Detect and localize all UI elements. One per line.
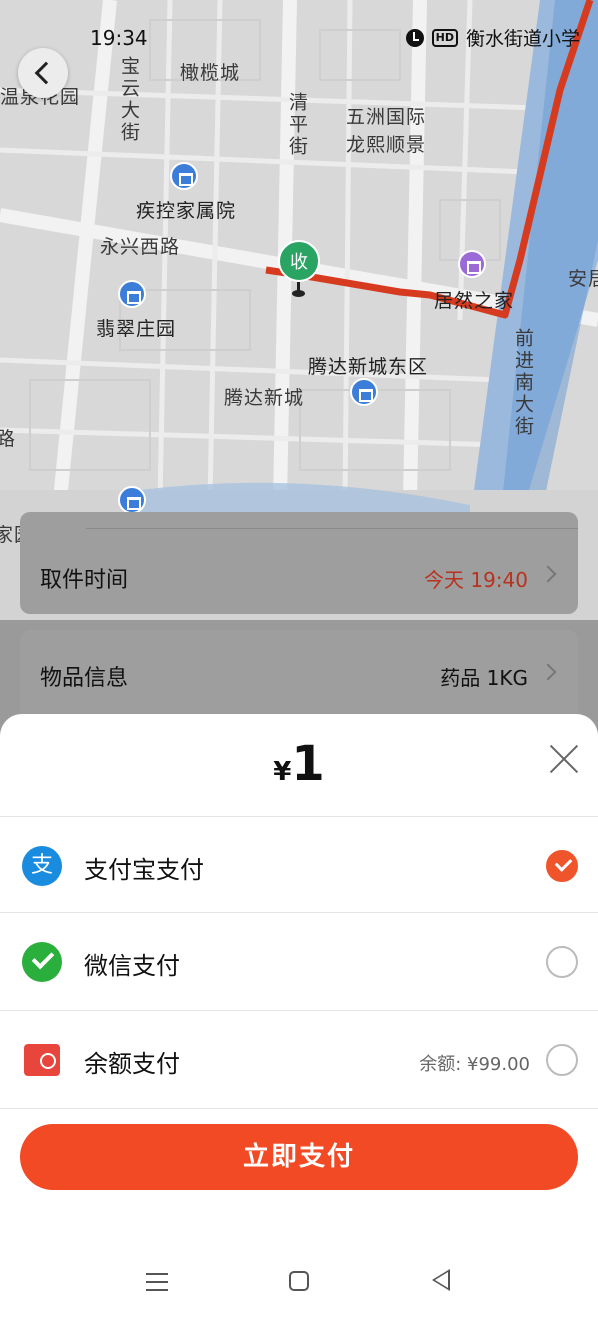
- pickup-time-label: 取件时间: [40, 568, 129, 593]
- item-card: 物品信息 药品 1KG: [20, 630, 578, 720]
- back-triangle-icon[interactable]: [432, 1269, 450, 1291]
- pay-now-button[interactable]: 立即支付: [20, 1124, 578, 1190]
- map-label-juran: 居然之家: [434, 290, 515, 312]
- pay-method-balance[interactable]: 余额支付 余额: ¥99.00: [0, 1012, 598, 1108]
- shopping-cart-icon: [458, 250, 486, 278]
- alipay-icon: 支: [22, 846, 62, 886]
- status-time: 19:34: [90, 26, 148, 50]
- divider: [0, 816, 598, 817]
- status-bar: 19:34 HD 衡水街道小学: [0, 22, 598, 54]
- location-icon: [118, 486, 146, 514]
- wechat-icon: [22, 942, 62, 982]
- divider: [0, 1010, 598, 1011]
- hd-icon: HD: [431, 28, 458, 47]
- map-label-an: 安居: [568, 268, 598, 290]
- map-label-qianjin: 前进南大街: [512, 328, 534, 438]
- payment-amount: ¥1: [0, 736, 598, 792]
- map-label-ganlan: 橄榄城: [180, 62, 241, 84]
- map-label-lu: 路: [0, 428, 17, 450]
- radio-unchecked-icon[interactable]: [546, 946, 578, 978]
- item-info-label: 物品信息: [40, 666, 129, 691]
- amount-value: 1: [291, 736, 325, 792]
- pay-method-alipay[interactable]: 支 支付宝支付: [0, 818, 598, 914]
- status-icons: HD 衡水街道小学: [405, 24, 580, 51]
- building-icon: [170, 162, 198, 190]
- pickup-time-row[interactable]: 取件时间 今天 19:40: [20, 544, 578, 604]
- pin-base: [292, 290, 305, 297]
- item-info-row[interactable]: 物品信息 药品 1KG: [20, 642, 578, 702]
- map-label-tengda-east: 腾达新城东区: [308, 356, 429, 378]
- radio-checked-icon[interactable]: [546, 850, 578, 882]
- pay-method-label: 余额支付: [84, 1050, 180, 1078]
- payment-sheet: ¥1 支 支付宝支付 微信支付 余额支付 余额: ¥99.00 立即支付: [0, 714, 598, 1331]
- map-label-wuzhou: 五洲国际: [346, 106, 427, 128]
- divider: [0, 1108, 598, 1109]
- close-icon[interactable]: [546, 740, 582, 776]
- receiver-pin[interactable]: 收: [278, 240, 320, 282]
- divider: [0, 912, 598, 913]
- pickup-time-value: 今天 19:40: [424, 568, 528, 592]
- alarm-icon: [405, 28, 424, 47]
- item-info-value: 药品 1KG: [440, 666, 528, 690]
- pay-method-label: 微信支付: [84, 952, 180, 980]
- map-label-baoyun: 宝云大街: [118, 56, 140, 144]
- back-button[interactable]: [18, 48, 68, 98]
- menu-icon[interactable]: [146, 1273, 168, 1291]
- currency-symbol: ¥: [273, 757, 292, 787]
- map-label-jucui: 翡翠庄园: [96, 318, 177, 340]
- pickup-card: 取件时间 今天 19:40: [20, 512, 578, 614]
- chevron-right-icon: [539, 565, 557, 583]
- pay-method-label: 支付宝支付: [84, 856, 204, 884]
- radio-unchecked-icon[interactable]: [546, 1044, 578, 1076]
- wallet-icon: [24, 1044, 60, 1076]
- map-label-tengda: 腾达新城: [224, 387, 305, 409]
- building-icon: [118, 280, 146, 308]
- pay-method-wechat[interactable]: 微信支付: [0, 914, 598, 1010]
- map-label-yongxing: 永兴西路: [100, 236, 181, 258]
- map-label-cdc: 疾控家属院: [136, 200, 237, 222]
- chevron-right-icon: [539, 663, 557, 681]
- map-label-qingping: 清平街: [286, 92, 308, 158]
- system-nav-bar: [0, 1241, 598, 1331]
- building-icon: [350, 378, 378, 406]
- card-divider: [86, 528, 578, 529]
- map-label-longxi: 龙熙顺景: [346, 134, 427, 156]
- status-right-text: 衡水街道小学: [465, 28, 580, 50]
- balance-amount: 余额: ¥99.00: [419, 1054, 530, 1075]
- home-icon[interactable]: [289, 1271, 309, 1291]
